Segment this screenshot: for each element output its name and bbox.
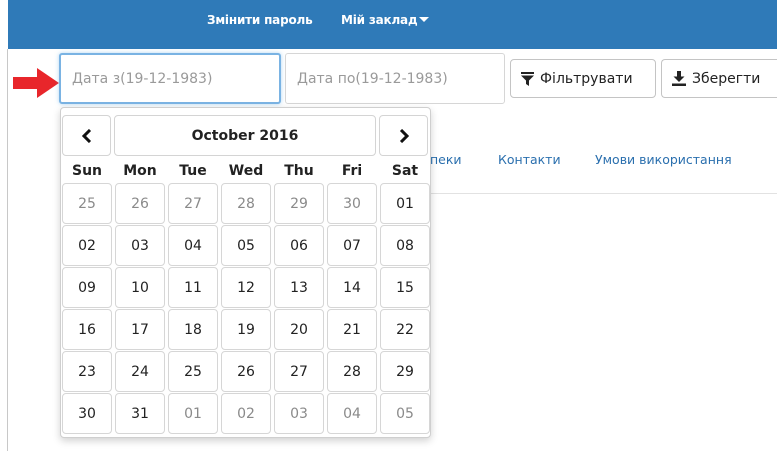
date-from-input[interactable] — [59, 53, 281, 104]
calendar-day-other-month[interactable]: 03 — [274, 393, 324, 434]
calendar-day[interactable]: 18 — [168, 309, 218, 350]
weekday-header: Sun — [71, 163, 103, 179]
chevron-left-icon — [81, 128, 91, 143]
calendar-day-other-month[interactable]: 30 — [327, 183, 377, 224]
top-navbar: Змінити пароль Мій заклад — [8, 0, 777, 49]
date-to-input[interactable] — [285, 53, 505, 104]
next-month-button[interactable] — [379, 115, 428, 156]
calendar-day[interactable]: 08 — [380, 225, 430, 266]
weekday-header: Wed — [228, 163, 264, 179]
calendar-day-other-month[interactable]: 29 — [274, 183, 324, 224]
calendar-day[interactable]: 20 — [274, 309, 324, 350]
prev-month-button[interactable] — [62, 115, 111, 156]
caret-down-icon — [419, 17, 430, 22]
calendar-day-other-month[interactable]: 25 — [62, 183, 112, 224]
month-switch[interactable]: October 2016 — [114, 115, 376, 156]
page-border — [7, 49, 8, 451]
filter-button[interactable]: Фільтрувати — [510, 59, 656, 98]
calendar-day[interactable]: 30 — [62, 393, 112, 434]
calendar-day[interactable]: 22 — [380, 309, 430, 350]
nav-link-pharmacies[interactable]: пеки — [430, 152, 462, 167]
divider — [430, 193, 777, 194]
my-establishment-label: Мій заклад — [341, 13, 418, 27]
calendar-day[interactable]: 16 — [62, 309, 112, 350]
nav-link-terms[interactable]: Умови використання — [595, 152, 732, 167]
calendar-day[interactable]: 13 — [274, 267, 324, 308]
filter-icon — [521, 71, 534, 86]
weekday-header: Tue — [179, 163, 207, 179]
calendar-day[interactable]: 29 — [380, 351, 430, 392]
calendar-day[interactable]: 21 — [327, 309, 377, 350]
calendar-day[interactable]: 24 — [115, 351, 165, 392]
calendar-day[interactable]: 19 — [221, 309, 271, 350]
calendar-day-other-month[interactable]: 02 — [221, 393, 271, 434]
calendar-day-other-month[interactable]: 28 — [221, 183, 271, 224]
datepicker: October 2016 Sun Mon Tue Wed Thu Fri Sat 25 26 27… — [60, 107, 431, 438]
save-button[interactable]: Зберегти — [661, 59, 777, 98]
download-icon — [672, 71, 686, 86]
calendar-day[interactable]: 15 — [380, 267, 430, 308]
calendar-day[interactable]: 10 — [115, 267, 165, 308]
weekday-header: Thu — [284, 163, 314, 179]
calendar-day[interactable]: 23 — [62, 351, 112, 392]
calendar-day-other-month[interactable]: 26 — [115, 183, 165, 224]
weekday-header: Sat — [391, 163, 419, 179]
page: Змінити пароль Мій заклад Фільтрувати Зб… — [0, 0, 777, 451]
calendar-day[interactable]: 17 — [115, 309, 165, 350]
calendar-day[interactable]: 05 — [221, 225, 271, 266]
calendar-day[interactable]: 31 — [115, 393, 165, 434]
calendar-day[interactable]: 27 — [274, 351, 324, 392]
nav-link-contacts[interactable]: Контакти — [498, 152, 561, 167]
chevron-right-icon — [399, 128, 409, 143]
calendar-day[interactable]: 09 — [62, 267, 112, 308]
calendar-day-other-month[interactable]: 27 — [168, 183, 218, 224]
calendar-day[interactable]: 01 — [380, 183, 430, 224]
calendar-day[interactable]: 14 — [327, 267, 377, 308]
save-button-label: Зберегти — [692, 70, 761, 87]
red-arrow-icon — [13, 68, 59, 98]
calendar-day-other-month[interactable]: 05 — [380, 393, 430, 434]
change-password-link[interactable]: Змінити пароль — [207, 13, 313, 27]
calendar-day[interactable]: 07 — [327, 225, 377, 266]
calendar-day[interactable]: 02 — [62, 225, 112, 266]
calendar-day[interactable]: 11 — [168, 267, 218, 308]
filter-button-label: Фільтрувати — [540, 70, 633, 87]
calendar-day[interactable]: 03 — [115, 225, 165, 266]
calendar-day[interactable]: 12 — [221, 267, 271, 308]
calendar-day-other-month[interactable]: 01 — [168, 393, 218, 434]
calendar-day[interactable]: 25 — [168, 351, 218, 392]
calendar-day[interactable]: 06 — [274, 225, 324, 266]
calendar-day[interactable]: 26 — [221, 351, 271, 392]
weekday-header: Fri — [341, 163, 363, 179]
calendar-day[interactable]: 04 — [168, 225, 218, 266]
calendar-day[interactable]: 28 — [327, 351, 377, 392]
my-establishment-dropdown[interactable]: Мій заклад — [341, 13, 430, 27]
calendar-day-other-month[interactable]: 04 — [327, 393, 377, 434]
weekday-header: Mon — [123, 163, 157, 179]
